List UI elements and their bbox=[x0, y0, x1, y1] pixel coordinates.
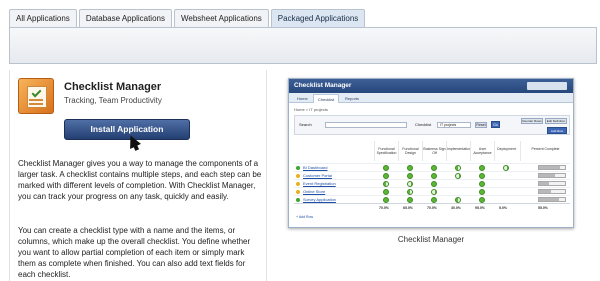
preview-tab-checklist: Checklist bbox=[313, 94, 340, 103]
percent-complete-bar bbox=[538, 197, 566, 202]
tab-database-applications[interactable]: Database Applications bbox=[78, 9, 172, 27]
percent-complete-bar bbox=[538, 165, 566, 170]
preview-add-row-link: + Add Row bbox=[296, 215, 314, 219]
app-description-paragraph-2: You can create a checklist type with a n… bbox=[18, 226, 251, 279]
status-dot-icon bbox=[296, 198, 300, 202]
preview-col-header: Implementation bbox=[446, 141, 471, 161]
preview-row-name: Customer Portal bbox=[303, 173, 332, 178]
preview-row-name: Survey Application bbox=[303, 197, 336, 202]
app-screenshot-preview[interactable]: Checklist Manager Home Checklist Reports… bbox=[288, 78, 574, 228]
preview-add-row-button: Add Row bbox=[547, 127, 567, 134]
app-description-paragraph-1: Checklist Manager gives you a way to man… bbox=[18, 159, 262, 201]
preview-reorder-button: Reorder Rows bbox=[521, 118, 543, 124]
preview-breadcrumb: Home > IT projects bbox=[294, 107, 328, 112]
preview-table-row: BI Dashboard bbox=[294, 163, 570, 171]
application-type-tabs: All Applications Database Applications W… bbox=[9, 9, 367, 27]
preview-col-header: Functional Specification bbox=[374, 141, 398, 161]
tab-websheet-applications[interactable]: Websheet Applications bbox=[173, 9, 269, 27]
preview-checklist-label: Checklist bbox=[415, 122, 432, 127]
preview-edit-definition-button: Edit Definition bbox=[545, 118, 567, 124]
preview-tab-home: Home bbox=[297, 96, 308, 101]
preview-col-header: Functional Design bbox=[398, 141, 422, 161]
preview-table-row: Event Registration bbox=[294, 179, 570, 187]
preview-tabs: Home Checklist Reports bbox=[289, 93, 573, 103]
preview-search-field bbox=[325, 122, 407, 128]
status-dot-icon bbox=[296, 182, 300, 186]
preview-header: Checklist Manager bbox=[289, 79, 573, 93]
status-dot-icon bbox=[296, 190, 300, 194]
preview-row-name: Online Store bbox=[303, 189, 326, 194]
percent-complete-bar bbox=[538, 189, 566, 194]
preview-row-name: BI Dashboard bbox=[303, 165, 328, 170]
app-tags: Tracking, Team Productivity bbox=[64, 96, 162, 105]
percent-complete-bar bbox=[538, 181, 566, 186]
panel-divider bbox=[266, 70, 267, 281]
screenshot-caption: Checklist Manager bbox=[397, 235, 465, 244]
preview-col-header: User Acceptance bbox=[470, 141, 494, 161]
preview-logout-area bbox=[527, 82, 567, 90]
preview-col-header: Deployment bbox=[494, 141, 518, 161]
preview-search-label: Search bbox=[299, 122, 312, 127]
preview-table-row: Survey Application bbox=[294, 195, 570, 203]
preview-col-header: Business Sign Off bbox=[422, 141, 446, 161]
tab-content-band bbox=[9, 27, 597, 64]
status-dot-icon bbox=[296, 166, 300, 170]
preview-tab-reports: Reports bbox=[345, 96, 360, 101]
preview-totals-row: 70.0% 65.0% 70.0% 30.0% 95.0% 5.0% 55.0% bbox=[294, 203, 570, 211]
preview-table-row: Customer Portal bbox=[294, 171, 570, 179]
preview-app-title: Checklist Manager bbox=[294, 82, 352, 89]
preview-table-row: Online Store bbox=[294, 187, 570, 195]
preview-checklist-select: IT projects bbox=[437, 122, 471, 128]
preview-row-name: Event Registration bbox=[303, 181, 336, 186]
status-dot-icon bbox=[296, 174, 300, 178]
preview-search-bar: Search Checklist IT projects Reset Go Re… bbox=[294, 115, 570, 135]
preview-col-header: Percent Complete bbox=[520, 141, 570, 161]
preview-table-header: Functional Specification Functional Desi… bbox=[294, 141, 570, 161]
tab-all-applications[interactable]: All Applications bbox=[9, 9, 77, 27]
app-title: Checklist Manager bbox=[64, 81, 162, 93]
percent-complete-bar bbox=[538, 173, 566, 178]
preview-go-button: Go bbox=[491, 121, 500, 128]
preview-reset-button: Reset bbox=[475, 122, 487, 128]
checklist-app-icon bbox=[18, 78, 54, 114]
tab-packaged-applications[interactable]: Packaged Applications bbox=[270, 9, 366, 27]
